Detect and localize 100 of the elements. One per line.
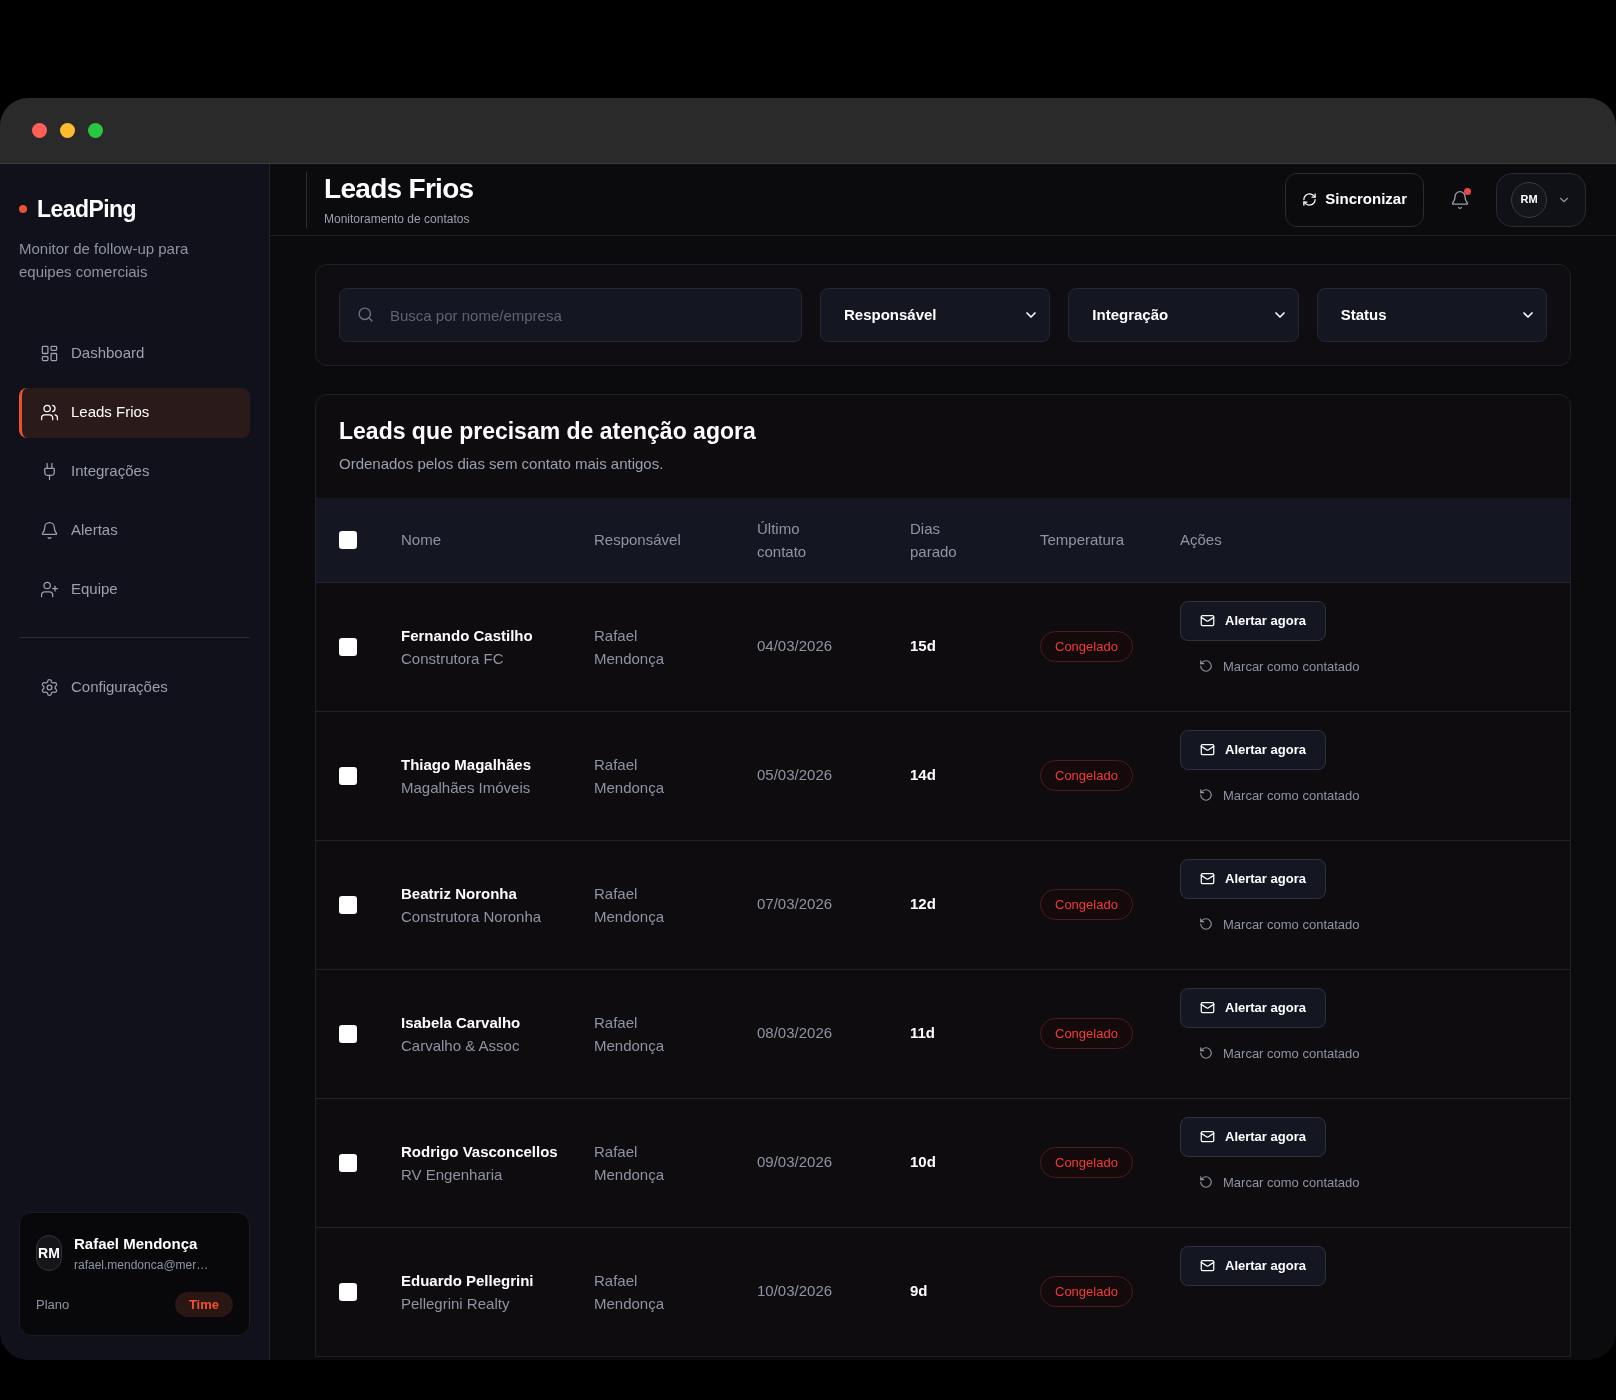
alert-button[interactable]: Alertar agora: [1180, 729, 1326, 770]
temperature-badge: Congelado: [1040, 630, 1133, 663]
page-title: Leads Frios: [324, 171, 474, 206]
plan-label: Plano: [36, 1295, 70, 1314]
table-cell-text: 15d: [910, 636, 937, 657]
undo-icon: [1199, 1175, 1213, 1190]
table-cell-text: Rafael Mendonça: [594, 625, 666, 669]
checkbox[interactable]: [339, 1153, 357, 1172]
user-name: Rafael Mendonça: [74, 1234, 199, 1254]
alert-button[interactable]: Alertar agora: [1180, 1116, 1326, 1157]
table-cell-text: 9d: [910, 1281, 929, 1302]
mail-icon: [1200, 613, 1215, 628]
lead-company: Pellegrini Realty: [401, 1293, 511, 1314]
users-icon: [40, 403, 59, 422]
table-cell-text: Rafael Mendonça: [594, 883, 666, 927]
mark-contacted-link[interactable]: Marcar como contatado: [1180, 1043, 1360, 1063]
filter-dropdown[interactable]: Responsável: [820, 288, 1051, 342]
column-header: Responsável: [594, 530, 682, 550]
checkbox[interactable]: [339, 637, 357, 656]
bell-icon: [1450, 189, 1470, 210]
sidebar-item[interactable]: Alertas: [19, 505, 250, 556]
bell-icon: [40, 521, 59, 540]
temperature-badge: Congelado: [1040, 1017, 1133, 1050]
mark-contacted-link[interactable]: Marcar como contatado: [1180, 656, 1360, 676]
column-header: Nome: [401, 530, 442, 550]
sidebar-item[interactable]: Configurações: [19, 662, 250, 713]
alert-button[interactable]: Alertar agora: [1180, 1245, 1326, 1286]
mail-icon: [1200, 871, 1215, 886]
table-cell-text: 12d: [910, 894, 937, 915]
mark-contacted-link[interactable]: Marcar como contatado: [1180, 785, 1360, 805]
notifications-button[interactable]: [1450, 189, 1470, 210]
column-header: Temperatura: [1040, 530, 1126, 550]
column-header: Ações: [1180, 530, 1223, 550]
tagline: Monitor de follow-up para equipes comerciais: [19, 238, 190, 282]
user-email: rafael.mendonca@mer…: [74, 1256, 209, 1274]
alert-button[interactable]: Alertar agora: [1180, 600, 1326, 641]
checkbox[interactable]: [339, 530, 357, 549]
brand-logo: LeadPing: [37, 195, 136, 224]
user-plus-icon: [40, 580, 59, 599]
lead-company: Construtora FC: [401, 648, 505, 669]
settings-icon: [40, 678, 59, 697]
sidebar-item[interactable]: Equipe: [19, 564, 250, 615]
account-menu[interactable]: RM: [1496, 172, 1586, 227]
filter-dropdown[interactable]: Status: [1316, 288, 1547, 342]
temperature-badge: Congelado: [1040, 1146, 1133, 1179]
page-subtitle: Monitoramento de contatos: [324, 210, 471, 228]
user-avatar: RM: [36, 1235, 62, 1272]
table-cell-text: 10d: [910, 1152, 937, 1173]
table-cell-text: 08/03/2026: [757, 1023, 834, 1044]
refresh-icon: [1302, 192, 1318, 207]
mail-icon: [1200, 742, 1215, 757]
undo-icon: [1199, 788, 1213, 803]
user-avatar: RM: [1511, 181, 1547, 218]
mark-contacted-link[interactable]: Marcar como contatado: [1180, 914, 1360, 934]
table-cell-text: Rafael Mendonça: [594, 754, 666, 798]
table-cell-text: 07/03/2026: [757, 894, 834, 915]
mail-icon: [1200, 1129, 1215, 1144]
temperature-badge: Congelado: [1040, 888, 1133, 921]
table-cell-text: 05/03/2026: [757, 765, 834, 786]
table-cell-text: 14d: [910, 765, 937, 786]
plan-badge: Time: [174, 1291, 233, 1317]
table-cell-text: Rafael Mendonça: [594, 1012, 666, 1056]
undo-icon: [1199, 1046, 1213, 1061]
checkbox[interactable]: [339, 895, 357, 914]
table-cell-text: 10/03/2026: [757, 1281, 834, 1302]
sidebar-item[interactable]: Integrações: [19, 446, 250, 497]
lead-name: Thiago Magalhães: [401, 754, 533, 775]
sidebar-item[interactable]: Dashboard: [19, 328, 250, 379]
lead-company: Carvalho & Assoc: [401, 1035, 521, 1056]
section-title: Leads que precisam de atenção agora: [339, 417, 757, 446]
lead-name: Fernando Castilho: [401, 625, 534, 646]
lead-company: RV Engenharia: [401, 1164, 504, 1185]
temperature-badge: Congelado: [1040, 1275, 1133, 1308]
dashboard-icon: [40, 344, 59, 363]
checkbox[interactable]: [339, 1024, 357, 1043]
checkbox[interactable]: [339, 1282, 357, 1301]
lead-name: Eduardo Pellegrini: [401, 1270, 535, 1291]
mail-icon: [1200, 1258, 1215, 1273]
search-icon: [357, 306, 374, 323]
lead-name: Beatriz Noronha: [401, 883, 518, 904]
sync-button[interactable]: Sincronizar: [1285, 172, 1424, 227]
table-cell-text: Rafael Mendonça: [594, 1141, 666, 1185]
undo-icon: [1199, 659, 1213, 674]
mark-contacted-link[interactable]: Marcar como contatado: [1180, 1172, 1360, 1192]
alert-button[interactable]: Alertar agora: [1180, 987, 1326, 1028]
sidebar-item[interactable]: Leads Frios: [19, 387, 250, 438]
mail-icon: [1200, 1000, 1215, 1015]
lead-company: Construtora Noronha: [401, 906, 543, 927]
table-cell-text: 04/03/2026: [757, 636, 834, 657]
checkbox[interactable]: [339, 766, 357, 785]
filter-dropdown[interactable]: Integração: [1068, 288, 1299, 342]
undo-icon: [1199, 917, 1213, 932]
table-cell-text: 09/03/2026: [757, 1152, 834, 1173]
alert-button[interactable]: Alertar agora: [1180, 858, 1326, 899]
column-header: Dias parado: [910, 518, 958, 562]
search-field[interactable]: Busca por nome/empresa: [339, 288, 802, 342]
lead-company: Magalhães Imóveis: [401, 777, 532, 798]
section-subtitle: Ordenados pelos dias sem contato mais antigos.: [339, 454, 665, 474]
table-cell-text: 11d: [910, 1023, 937, 1044]
column-header: Último contato: [757, 518, 808, 562]
